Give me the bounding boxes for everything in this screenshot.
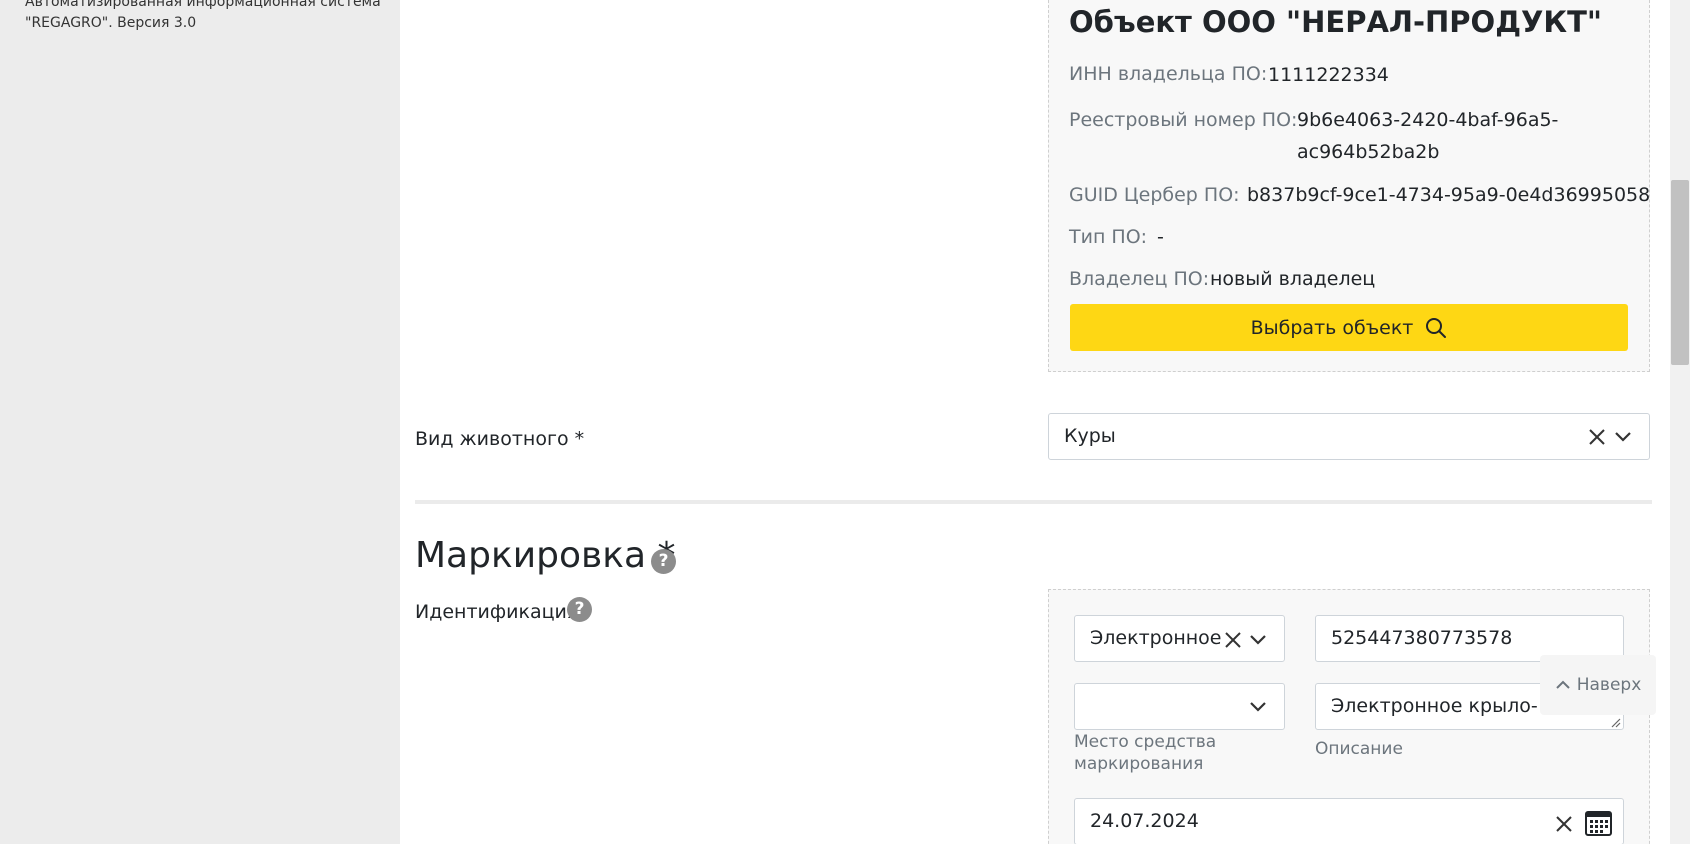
- chevron-up-icon: [1556, 680, 1570, 689]
- registry-label: Реестровый номер ПО:: [1069, 109, 1298, 131]
- registry-value-line1: 9b6e4063-2420-4baf-96a5-: [1297, 109, 1559, 131]
- clear-icon[interactable]: [1588, 428, 1606, 446]
- chevron-down-icon[interactable]: [1614, 430, 1632, 444]
- guid-value: b837b9cf-9ce1-4734-95a9-0e4d36995058: [1247, 184, 1651, 206]
- scrollbar-track[interactable]: [1670, 0, 1690, 844]
- chevron-down-icon[interactable]: [1249, 700, 1267, 714]
- inn-value: 1111222334: [1268, 64, 1389, 86]
- id-number-value: 525447380773578: [1331, 627, 1513, 649]
- chevron-down-icon[interactable]: [1249, 633, 1267, 647]
- id-type-value: Электронное ...: [1090, 627, 1230, 649]
- type-value: -: [1157, 226, 1164, 248]
- description-label: Описание: [1315, 739, 1403, 759]
- scroll-to-top-button[interactable]: Наверх: [1540, 655, 1656, 715]
- system-info-text: Автоматизированная информационная систем…: [25, 0, 381, 31]
- date-value: 24.07.2024: [1090, 810, 1199, 832]
- owner-value: новый владелец: [1210, 268, 1376, 290]
- inn-label: ИНН владельца ПО:: [1069, 63, 1268, 85]
- animal-type-select[interactable]: [1048, 413, 1650, 460]
- registry-value-line2: ac964b52ba2b: [1297, 141, 1440, 163]
- resize-handle-icon[interactable]: [1609, 716, 1621, 728]
- scrollbar-thumb[interactable]: [1671, 180, 1689, 365]
- select-object-button-label: Выбрать объект: [1250, 316, 1414, 339]
- marking-place-label: Место средства маркирования: [1074, 732, 1217, 774]
- animal-type-label: Вид животного *: [415, 428, 585, 450]
- type-label: Тип ПО:: [1069, 226, 1148, 248]
- select-object-button[interactable]: Выбрать объект: [1070, 304, 1628, 351]
- owner-label: Владелец ПО:: [1069, 268, 1210, 290]
- clear-icon[interactable]: [1555, 815, 1573, 833]
- marking-help-icon[interactable]: ?: [651, 549, 676, 574]
- description-value: Электронное крыло-метка: [1331, 695, 1539, 717]
- search-icon: [1426, 317, 1447, 338]
- object-title: Объект ООО "НЕРАЛ-ПРОДУКТ": [1069, 5, 1602, 39]
- guid-label: GUID Цербер ПО:: [1069, 184, 1240, 206]
- clear-icon[interactable]: [1224, 631, 1242, 649]
- calendar-icon[interactable]: [1585, 810, 1612, 836]
- animal-type-value: Куры: [1064, 425, 1116, 447]
- identification-label: Идентификация: [415, 601, 579, 623]
- identification-help-icon[interactable]: ?: [567, 597, 592, 622]
- marking-title: Маркировка *: [415, 535, 676, 576]
- sidebar: Автоматизированная информационная систем…: [0, 0, 400, 844]
- scroll-to-top-label: Наверх: [1576, 675, 1642, 695]
- section-divider: [415, 500, 1652, 504]
